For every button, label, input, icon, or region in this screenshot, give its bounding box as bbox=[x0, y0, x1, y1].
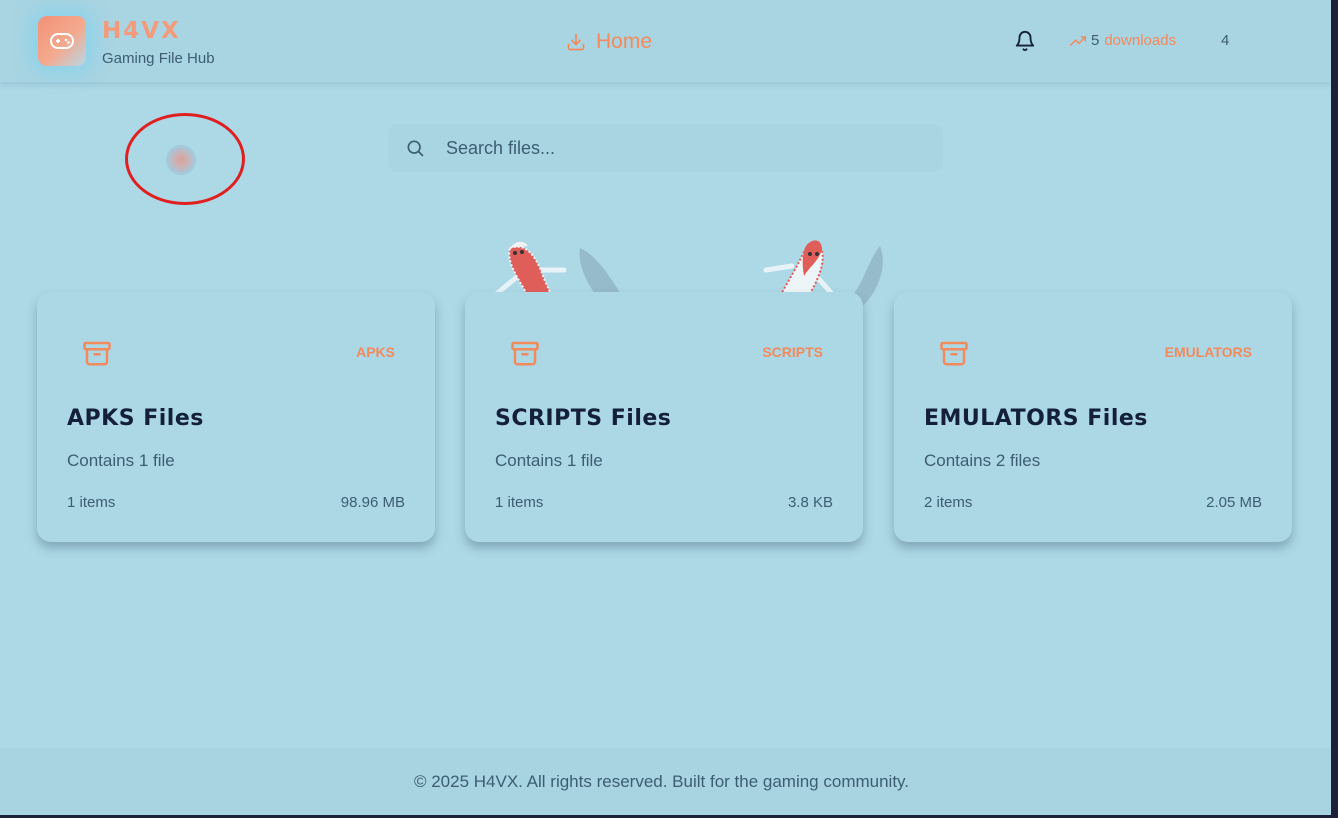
nav-home-label: Home bbox=[596, 30, 653, 53]
card-description: Contains 1 file bbox=[67, 451, 175, 470]
category-tag: APKS bbox=[356, 344, 395, 360]
archive-icon bbox=[511, 341, 539, 366]
search-bar[interactable] bbox=[388, 124, 943, 172]
trending-up-icon bbox=[1070, 35, 1086, 46]
brand-subtitle: Gaming File Hub bbox=[102, 50, 215, 67]
category-tag: EMULATORS bbox=[1164, 344, 1252, 360]
archive-icon bbox=[83, 341, 111, 366]
brand-title: H4VX bbox=[102, 18, 181, 44]
card-title: SCRIPTS Files bbox=[495, 406, 672, 431]
category-card-emulators[interactable]: EMULATORS EMULATORS Files Contains 2 fil… bbox=[894, 292, 1292, 542]
category-card-scripts[interactable]: SCRIPTS SCRIPTS Files Contains 1 file 1 … bbox=[465, 292, 863, 542]
category-tag: SCRIPTS bbox=[762, 344, 823, 360]
card-item-count: 2 items bbox=[924, 494, 973, 511]
page: H4VX Gaming File Hub Home 5 downloads 4 … bbox=[0, 0, 1331, 815]
category-card-apks[interactable]: APKS APKS Files Contains 1 file 1 items … bbox=[37, 292, 435, 542]
card-title: EMULATORS Files bbox=[924, 406, 1148, 431]
header-number: 4 bbox=[1221, 32, 1230, 49]
card-size: 2.05 MB bbox=[1206, 494, 1262, 511]
download-icon bbox=[567, 33, 585, 51]
top-navbar: H4VX Gaming File Hub Home 5 downloads 4 bbox=[0, 0, 1331, 82]
card-item-count: 1 items bbox=[495, 494, 544, 511]
bell-icon bbox=[1015, 31, 1035, 52]
card-description: Contains 2 files bbox=[924, 451, 1041, 470]
footer-copyright: © 2025 H4VX. All rights reserved. Built … bbox=[413, 771, 910, 791]
gamepad-icon bbox=[50, 33, 74, 49]
downloads-label: downloads bbox=[1104, 32, 1177, 49]
card-size: 3.8 KB bbox=[787, 494, 833, 511]
downloads-count: 5 bbox=[1091, 32, 1100, 49]
logo[interactable] bbox=[38, 16, 86, 66]
downloads-counter[interactable]: 5 downloads bbox=[1070, 32, 1176, 49]
notifications-button[interactable] bbox=[1014, 30, 1036, 52]
search-input[interactable] bbox=[446, 137, 906, 159]
search-icon bbox=[407, 140, 424, 157]
card-description: Contains 1 file bbox=[495, 451, 603, 470]
footer: © 2025 H4VX. All rights reserved. Built … bbox=[0, 748, 1331, 815]
archive-icon bbox=[940, 341, 968, 366]
card-item-count: 1 items bbox=[67, 494, 116, 511]
annotation-circle bbox=[125, 113, 245, 205]
card-title: APKS Files bbox=[67, 406, 204, 431]
nav-home-link[interactable]: Home bbox=[566, 29, 652, 55]
card-size: 98.96 MB bbox=[340, 494, 405, 511]
